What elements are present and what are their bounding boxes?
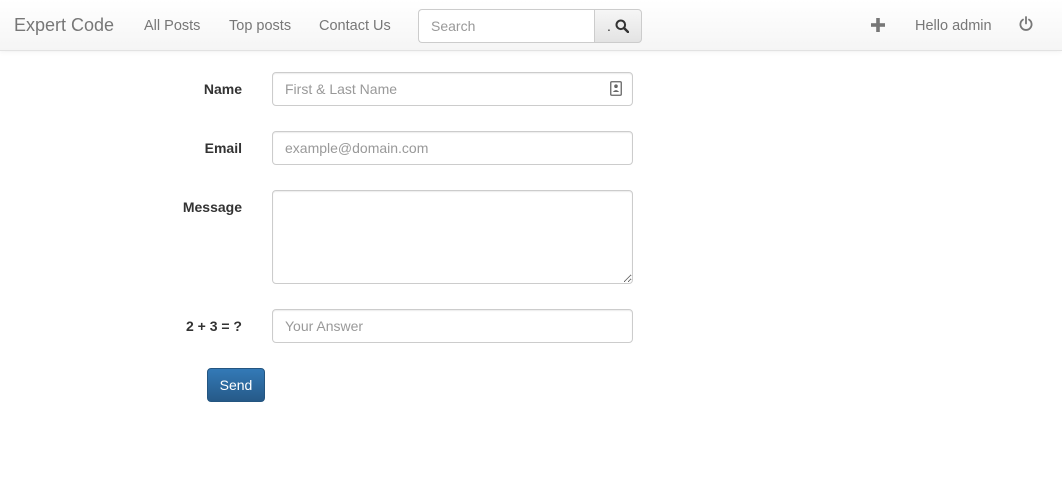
search-form: . [418, 9, 642, 43]
name-input[interactable] [272, 72, 633, 106]
message-label: Message [182, 199, 242, 215]
send-button[interactable]: Send [207, 368, 265, 402]
search-button[interactable]: . [594, 9, 642, 43]
name-label: Name [203, 81, 242, 97]
brand-link[interactable]: Expert Code [14, 14, 114, 36]
email-label: Email [204, 140, 242, 156]
nav-contact-us[interactable]: Contact Us [319, 16, 391, 36]
user-greeting[interactable]: Hello admin [915, 16, 992, 36]
message-textarea[interactable] [272, 190, 633, 284]
nav-all-posts[interactable]: All Posts [144, 16, 200, 36]
captcha-label: 2 + 3 = ? [185, 318, 242, 334]
search-input[interactable] [418, 9, 595, 43]
search-icon [615, 19, 629, 33]
plus-icon[interactable] [871, 18, 885, 32]
power-icon[interactable] [1018, 16, 1034, 32]
contact-card-icon [610, 81, 622, 96]
top-navbar: Expert Code All Posts Top posts Contact … [0, 0, 1062, 51]
captcha-answer-input[interactable] [272, 309, 633, 343]
nav-top-posts[interactable]: Top posts [229, 16, 291, 36]
email-input[interactable] [272, 131, 633, 165]
search-button-text: . [607, 18, 611, 34]
